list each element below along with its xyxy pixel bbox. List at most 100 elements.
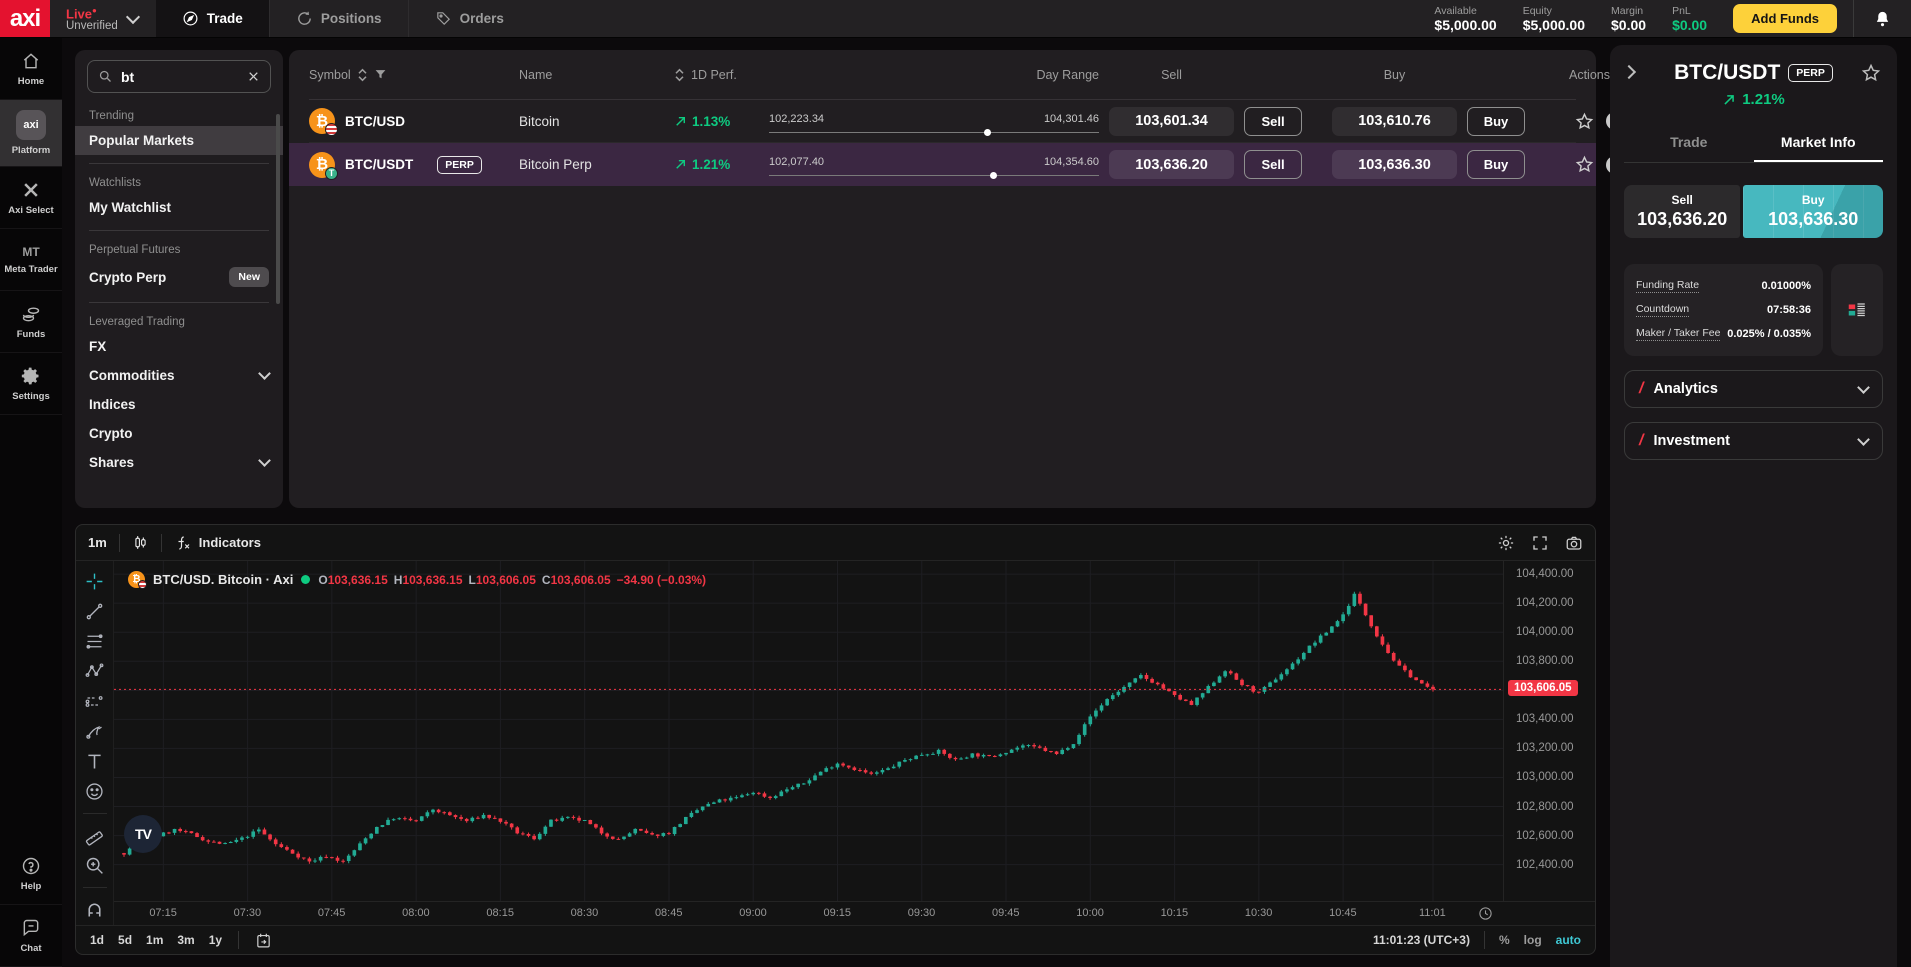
sidebar-item-platform[interactable]: axiPlatform (0, 100, 62, 167)
sidebar-item-settings[interactable]: Settings (0, 353, 62, 415)
orderbook-button[interactable] (1831, 264, 1883, 356)
watchlist-item-fx[interactable]: FX (75, 332, 283, 361)
watchlist-item-shares[interactable]: Shares (75, 448, 283, 477)
watchlist-scrollbar[interactable] (276, 114, 280, 304)
tab-orders[interactable]: Orders (408, 0, 530, 37)
sidebar-item-axi-select[interactable]: Axi Select (0, 167, 62, 229)
market-search[interactable] (87, 60, 271, 93)
indicators-button[interactable]: Indicators (174, 534, 261, 552)
timezone-clock-icon[interactable] (1478, 906, 1493, 921)
market-row-btc-usd[interactable]: ₿BTC/USDBitcoin1.13%102,223.34104,301.46… (309, 100, 1576, 143)
buy-button[interactable]: Buy (1467, 150, 1525, 179)
buy-price[interactable]: 103,636.30 (1332, 150, 1457, 179)
ruler-tool-icon[interactable] (84, 825, 105, 846)
accordion-investment[interactable]: /Investment (1624, 422, 1883, 460)
price-tick: 103,000.00 (1516, 771, 1574, 783)
clear-search-icon[interactable] (247, 70, 260, 83)
detail-change: 1.21% (1742, 91, 1785, 108)
favorite-star-icon[interactable] (1575, 155, 1594, 174)
axi-slash-icon: / (1639, 380, 1643, 398)
range-3m-button[interactable]: 3m (177, 933, 194, 947)
sell-button[interactable]: Sell (1244, 150, 1302, 179)
gear-icon (21, 366, 41, 386)
buy-button[interactable]: Buy (1467, 107, 1525, 136)
markets-sidebar-panel: TrendingPopular MarketsWatchlistsMy Watc… (75, 50, 283, 508)
fullscreen-icon[interactable] (1531, 534, 1549, 552)
scale-percent-button[interactable]: % (1499, 933, 1510, 947)
interval-button[interactable]: 1m (88, 535, 107, 550)
market-row-btc-usdt[interactable]: ₿TBTC/USDTPERPBitcoin Perp1.21%102,077.4… (289, 143, 1596, 186)
detail-tab-market-info[interactable]: Market Info (1754, 124, 1884, 162)
chart-settings-gear-icon[interactable] (1497, 534, 1515, 552)
search-input[interactable] (121, 69, 231, 85)
watchlist-item-crypto[interactable]: Crypto (75, 419, 283, 448)
scale-auto-button[interactable]: auto (1556, 933, 1581, 947)
go-to-date-icon[interactable] (255, 932, 272, 949)
stat-margin: Margin$0.00 (1611, 0, 1646, 37)
sell-price[interactable]: 103,601.34 (1109, 107, 1234, 136)
trendline-tool-icon[interactable] (84, 601, 105, 622)
chart-plot[interactable]: ₿ BTC/USD. Bitcoin · Axi O103,636.15H103… (114, 561, 1503, 901)
favorite-star-icon[interactable] (1861, 63, 1881, 83)
accordion-analytics[interactable]: /Analytics (1624, 370, 1883, 408)
axi-logo[interactable]: axi (0, 0, 50, 37)
col-perf[interactable]: 1D Perf. (691, 68, 737, 82)
magnet-tool-icon[interactable] (84, 899, 105, 920)
watchlist-item-indices[interactable]: Indices (75, 390, 283, 419)
legend-title[interactable]: BTC/USD. Bitcoin · Axi (153, 572, 293, 587)
sidebar-item-label: Meta Trader (4, 264, 57, 275)
sidebar-item-chat[interactable]: Chat (0, 905, 62, 967)
account-switcher[interactable]: Live● Unverified (50, 0, 156, 37)
zoom-in-tool-icon[interactable] (84, 855, 105, 876)
brush-tool-icon[interactable] (84, 721, 105, 742)
favorite-star-icon[interactable] (1575, 112, 1594, 131)
sort-icon[interactable] (674, 68, 685, 82)
watchlist-item-popular-markets[interactable]: Popular Markets (75, 126, 283, 155)
chat-icon (21, 918, 41, 938)
collapse-panel-chevron-icon[interactable] (1622, 65, 1636, 79)
xabcd-pattern-tool-icon[interactable] (84, 661, 105, 682)
watchlist-item-commodities[interactable]: Commodities (75, 361, 283, 390)
sidebar-item-meta-trader[interactable]: MTMeta Trader (0, 229, 62, 291)
add-funds-button[interactable]: Add Funds (1733, 4, 1837, 33)
price-axis[interactable]: 102,400.00102,600.00102,800.00103,000.00… (1503, 561, 1595, 901)
candle-style-icon[interactable] (132, 534, 149, 551)
sell-price[interactable]: 103,636.20 (1109, 150, 1234, 179)
watchlist-item-my-watchlist[interactable]: My Watchlist (75, 193, 283, 222)
sell-quote-button[interactable]: Sell 103,636.20 (1624, 185, 1740, 238)
tab-trade[interactable]: Trade (156, 0, 269, 37)
notifications-button[interactable] (1853, 0, 1911, 37)
time-tick: 09:45 (992, 907, 1020, 919)
range-5d-button[interactable]: 5d (118, 933, 132, 947)
prediction-tool-icon[interactable] (84, 691, 105, 712)
range-1d-button[interactable]: 1d (90, 933, 104, 947)
detail-symbol: BTC/USDT (1674, 61, 1780, 85)
sidebar-item-help[interactable]: Help (0, 843, 62, 905)
buy-quote-button[interactable]: Buy 103,636.30 (1743, 185, 1883, 238)
home-icon (21, 51, 41, 71)
scale-log-button[interactable]: log (1524, 933, 1542, 947)
col-symbol[interactable]: Symbol (309, 68, 351, 82)
text-tool-icon[interactable] (84, 751, 105, 772)
col-sell: Sell (1161, 68, 1182, 82)
crosshair-tool-icon[interactable] (84, 571, 105, 592)
tradingview-logo[interactable]: TV (124, 815, 162, 853)
time-axis[interactable]: 07:1507:3007:4508:0008:1508:3008:4509:00… (114, 901, 1503, 925)
col-name[interactable]: Name (519, 68, 552, 82)
buy-price[interactable]: 103,610.76 (1332, 107, 1457, 136)
tab-positions[interactable]: Positions (269, 0, 408, 37)
screenshot-camera-icon[interactable] (1565, 534, 1583, 552)
watchlist-item-crypto-perp[interactable]: Crypto PerpNew (75, 260, 283, 294)
sidebar-item-home[interactable]: Home (0, 38, 62, 100)
info-row-funding-rate: Funding Rate0.01000% (1636, 274, 1811, 298)
filter-icon[interactable] (374, 68, 387, 81)
sell-button[interactable]: Sell (1244, 107, 1302, 136)
sidebar-item-funds[interactable]: Funds (0, 291, 62, 353)
emoji-tool-icon[interactable] (84, 781, 105, 802)
sort-icon[interactable] (357, 68, 368, 82)
range-1y-button[interactable]: 1y (209, 933, 222, 947)
range-1m-button[interactable]: 1m (146, 933, 163, 947)
fib-lines-tool-icon[interactable] (84, 631, 105, 652)
chart-clock[interactable]: 11:01:23 (UTC+3) (1373, 933, 1470, 947)
detail-tab-trade[interactable]: Trade (1624, 124, 1754, 162)
